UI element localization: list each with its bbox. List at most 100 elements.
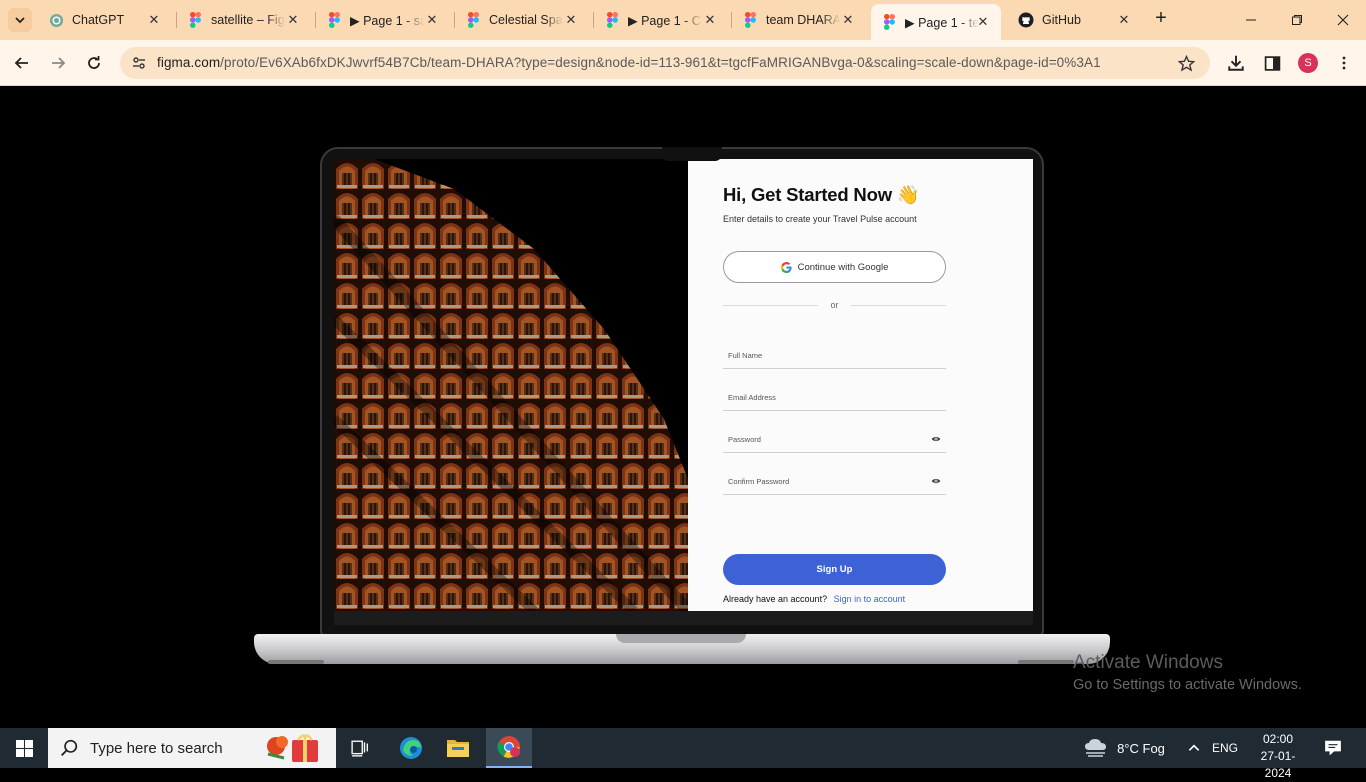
windows-taskbar: Type here to search 8°C Fog ENG 02:00 27… (0, 728, 1366, 780)
confirm-password-field[interactable]: Confirm Password (723, 469, 946, 495)
tab-title: satellite – Figma (211, 13, 285, 27)
tab-title: team DHARA (766, 13, 840, 27)
profile-button[interactable]: S (1295, 50, 1321, 76)
tab-title: ▶ Page 1 - satellite (350, 13, 424, 28)
edge-taskbar-button[interactable] (390, 728, 432, 768)
eye-icon[interactable] (931, 434, 941, 444)
or-label: or (830, 300, 839, 310)
sign-up-button[interactable]: Sign Up (723, 554, 946, 585)
language-text: ENG (1211, 741, 1238, 755)
signup-form: Hi, Get Started Now 👋 Enter details to c… (688, 159, 1033, 611)
tab-strip: ChatGPT ✕ satellite – Figma ✕ ▶ Page 1 -… (0, 0, 1366, 40)
address-bar[interactable]: figma.com/proto/Ev6XAb6fxDKJwvrf54B7Cb/t… (120, 47, 1210, 79)
tab-github[interactable]: GitHub ✕ (1008, 6, 1142, 34)
tab-satellite-figma[interactable]: satellite – Figma ✕ (177, 6, 311, 34)
task-view-icon (351, 740, 368, 757)
close-icon[interactable]: ✕ (424, 12, 440, 28)
clock-date: 27-01-2024 (1260, 749, 1296, 780)
downloads-button[interactable] (1223, 50, 1249, 76)
tab-title: GitHub (1042, 13, 1081, 27)
start-button[interactable] (0, 728, 48, 768)
weather-text: 8°C Fog (1117, 740, 1165, 756)
figma-icon (187, 12, 203, 28)
windows-logo-icon (15, 739, 33, 757)
restore-button[interactable] (1274, 0, 1320, 40)
continue-with-google-button[interactable]: Continue with Google (723, 251, 946, 283)
menu-button[interactable] (1331, 50, 1357, 76)
back-button[interactable] (9, 50, 35, 76)
chrome-icon (497, 736, 520, 758)
side-panel-button[interactable] (1259, 50, 1285, 76)
minimize-button[interactable] (1228, 0, 1274, 40)
figma-icon (742, 12, 758, 28)
close-icon[interactable]: ✕ (1116, 12, 1132, 28)
arrow-left-icon (14, 57, 28, 69)
heading-text: Hi, Get Started Now (723, 184, 892, 205)
figma-icon (465, 12, 481, 28)
chatgpt-icon (48, 12, 64, 28)
or-divider: or (723, 299, 946, 311)
notification-icon (1325, 740, 1341, 756)
chrome-taskbar-button[interactable] (486, 728, 532, 768)
clock-time: 02:00 (1262, 732, 1294, 746)
sign-in-link[interactable]: Sign in to account (834, 594, 906, 604)
system-clock[interactable]: 02:00 27-01-2024 (1250, 731, 1306, 782)
signup-subtitle: Enter details to create your Travel Puls… (723, 214, 917, 224)
close-icon[interactable]: ✕ (146, 12, 162, 28)
activate-windows-title: Activate Windows (1073, 652, 1223, 673)
side-panel-icon (1264, 55, 1280, 71)
close-icon[interactable]: ✕ (975, 14, 991, 30)
bookmark-star-icon[interactable] (1176, 53, 1196, 73)
close-window-button[interactable] (1320, 0, 1366, 40)
notifications-button[interactable] (1318, 728, 1348, 768)
figma-icon (326, 12, 342, 28)
confirm-password-placeholder: Confirm Password (728, 477, 790, 486)
waving-hand-icon: 👋 (896, 184, 920, 205)
password-field[interactable]: Password (723, 427, 946, 453)
full-name-placeholder: Full Name (728, 351, 763, 360)
tab-page1-satellite[interactable]: ▶ Page 1 - satellite ✕ (316, 6, 450, 34)
tab-search-button[interactable] (8, 8, 32, 32)
tab-chatgpt[interactable]: ChatGPT ✕ (38, 6, 172, 34)
chevron-up-icon (1188, 744, 1200, 751)
site-info-icon[interactable] (128, 52, 150, 74)
laptop-base-notch (616, 634, 746, 643)
forward-button[interactable] (45, 50, 71, 76)
language-indicator[interactable]: ENG (1208, 728, 1242, 768)
laptop-mockup: Hi, Get Started Now 👋 Enter details to c… (320, 147, 1044, 637)
fog-cloud-icon (1085, 739, 1107, 757)
full-name-field[interactable]: Full Name (723, 343, 946, 369)
tab-page1-celestial[interactable]: ▶ Page 1 - Celestial ✕ (594, 6, 728, 34)
close-icon[interactable]: ✕ (702, 12, 718, 28)
eye-icon[interactable] (931, 476, 941, 486)
chevron-down-icon (15, 17, 25, 24)
sign-in-prompt: Already have an account? Sign in to acco… (723, 594, 905, 604)
new-tab-button[interactable]: + (1150, 8, 1172, 30)
tab-page1-team-active[interactable]: ▶ Page 1 - team ✕ (871, 4, 1001, 40)
browser-toolbar: figma.com/proto/Ev6XAb6fxDKJwvrf54B7Cb/t… (0, 40, 1366, 86)
signup-heading: Hi, Get Started Now 👋 (723, 184, 920, 206)
url-text: figma.com/proto/Ev6XAb6fxDKJwvrf54B7Cb/t… (157, 55, 1101, 70)
edge-icon (400, 737, 422, 759)
search-placeholder: Type here to search (90, 739, 223, 757)
close-icon[interactable]: ✕ (285, 12, 301, 28)
tab-title: ChatGPT (72, 13, 125, 27)
taskbar-search[interactable]: Type here to search (48, 728, 336, 768)
file-explorer-taskbar-button[interactable] (437, 728, 479, 768)
tab-title: ▶ Page 1 - team (905, 15, 979, 30)
email-field[interactable]: Email Address (723, 385, 946, 411)
close-icon[interactable]: ✕ (840, 12, 856, 28)
hawa-mahal-image (334, 159, 688, 611)
task-view-button[interactable] (340, 728, 380, 768)
tab-celestial-space[interactable]: Celestial Space ✕ (455, 6, 589, 34)
weather-widget[interactable]: 8°C Fog (1074, 728, 1174, 768)
download-icon (1228, 55, 1244, 71)
google-icon (780, 261, 792, 273)
palace-facade-illustration (334, 159, 688, 611)
reload-icon (88, 56, 100, 69)
show-hidden-icons-button[interactable] (1182, 728, 1206, 768)
close-icon[interactable]: ✕ (563, 12, 579, 28)
reload-button[interactable] (81, 50, 107, 76)
tab-team-dhara[interactable]: team DHARA ✕ (732, 6, 866, 34)
search-icon (61, 739, 78, 756)
